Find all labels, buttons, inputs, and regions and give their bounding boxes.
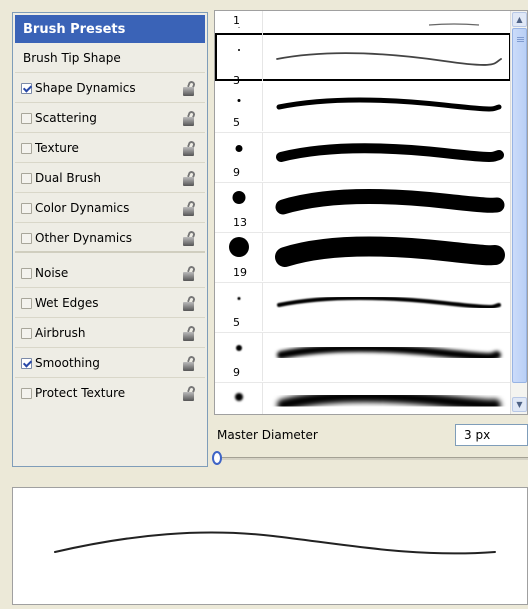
option-label: Scattering [35,111,97,125]
brush-preset-5[interactable]: 5 [215,83,511,133]
lock-icon[interactable] [183,140,197,156]
scattering-checkbox[interactable] [21,113,32,124]
brush-stroke-preview [275,188,505,215]
option-brush-tip-shape[interactable]: Brush Tip Shape [15,45,205,73]
option-protect-texture[interactable]: Protect Texture [15,380,205,408]
brush-tip-thumbnail: 19 [215,233,263,281]
brush-tip-dot [235,145,242,152]
brush-preset-13[interactable]: 13 [215,183,511,233]
brush-size-label: 13 [233,216,247,229]
lock-icon[interactable] [183,265,197,281]
brush-tip-dot [237,99,240,102]
master-diameter-slider[interactable] [218,457,528,460]
stroke-preview-curve [54,531,496,555]
brush-presets-header[interactable]: Brush Presets [15,15,205,43]
master-diameter-input[interactable]: 3 px [455,424,528,446]
other-dynamics-checkbox[interactable] [21,233,32,244]
stroke-preview-pane [12,487,528,605]
lock-icon[interactable] [183,355,197,371]
brush-stroke-preview [276,143,504,162]
brush-preset-3[interactable]: 3 [215,33,511,87]
brush-tip-thumbnail: 3 [215,33,263,87]
option-label: Wet Edges [35,296,99,310]
brush-list-scrollbar[interactable]: ▲ ▼ [510,11,527,414]
brush-tip-thumbnail: 5 [215,83,263,131]
option-label: Smoothing [35,356,100,370]
lock-icon[interactable] [183,385,197,401]
option-shape-dynamics[interactable]: Shape Dynamics [15,75,205,103]
option-noise[interactable]: Noise [15,260,205,288]
option-label: Brush Tip Shape [23,51,121,65]
brush-stroke-preview [276,97,502,112]
color-dynamics-checkbox[interactable] [21,203,32,214]
brush-tip-dot [232,191,245,204]
option-other-dynamics[interactable]: Other Dynamics [15,225,205,253]
brush-options-panel: Brush Presets Brush Tip Shape Shape Dyna… [12,12,208,467]
lock-icon[interactable] [183,230,197,246]
brush-tip-dot [228,237,249,257]
brush-preset-9[interactable]: 9 [215,133,511,183]
texture-checkbox[interactable] [21,143,32,154]
brush-preset-19[interactable]: 19 [215,233,511,283]
option-label: Airbrush [35,326,86,340]
brush-size-label: 9 [233,366,240,379]
option-dual-brush[interactable]: Dual Brush [15,165,205,193]
wet-edges-checkbox[interactable] [21,298,32,309]
brush-size-label: 5 [233,316,240,329]
option-label: Other Dynamics [35,231,133,245]
protect-texture-checkbox[interactable] [21,388,32,399]
lock-icon[interactable] [183,200,197,216]
lock-icon[interactable] [183,110,197,126]
brush-preset-soft-13[interactable]: 13 [215,383,511,414]
scroll-up-arrow-icon[interactable]: ▲ [512,12,527,27]
brush-preset-list[interactable]: 1 3 5 9 13 19 5 9 ▲ ▼ [214,10,528,415]
option-label: Noise [35,266,69,280]
brush-tip-thumbnail: 9 [215,333,263,381]
option-label: Texture [35,141,79,155]
brush-tip-thumbnail: 13 [215,383,263,414]
brush-preset-soft-5[interactable]: 5 [215,283,511,333]
option-texture[interactable]: Texture [15,135,205,163]
brush-stroke-preview [277,296,501,309]
shape-dynamics-checkbox[interactable] [21,83,32,94]
scroll-down-arrow-icon[interactable]: ▼ [512,397,527,412]
option-label: Shape Dynamics [35,81,136,95]
brush-tip-thumbnail: 5 [215,283,263,331]
option-scattering[interactable]: Scattering [15,105,205,133]
brush-stroke-preview [276,52,502,66]
slider-thumb[interactable] [212,451,222,465]
brush-size-label: 19 [233,266,247,279]
brush-size-label: 5 [233,116,240,129]
brush-preset-soft-9[interactable]: 9 [215,333,511,383]
brush-tip-dot [235,345,242,351]
option-label: Color Dynamics [35,201,130,215]
lock-icon[interactable] [183,295,197,311]
brush-tip-dot [238,27,239,28]
lock-icon[interactable] [183,170,197,186]
brush-size-label: 1 [233,14,240,27]
brush-tip-dot [237,49,240,51]
lock-icon[interactable] [183,80,197,96]
brush-stroke-preview [277,390,501,412]
noise-checkbox[interactable] [21,268,32,279]
option-label: Dual Brush [35,171,101,185]
scrollbar-thumb[interactable] [512,28,527,383]
brush-tip-dot [234,393,243,401]
master-diameter-label: Master Diameter [217,428,318,442]
option-wet-edges[interactable]: Wet Edges [15,290,205,318]
brush-tip-thumbnail: 13 [215,183,263,231]
brush-stroke-preview [277,344,501,361]
dual-brush-checkbox[interactable] [21,173,32,184]
option-color-dynamics[interactable]: Color Dynamics [15,195,205,223]
option-airbrush[interactable]: Airbrush [15,320,205,348]
brush-size-label: 9 [233,166,240,179]
brush-stroke-preview [275,236,505,267]
brush-tip-thumbnail: 9 [215,133,263,181]
option-label: Protect Texture [35,386,126,400]
brush-tip-dot [237,297,240,300]
lock-icon[interactable] [183,325,197,341]
option-smoothing[interactable]: Smoothing [15,350,205,378]
airbrush-checkbox[interactable] [21,328,32,339]
smoothing-checkbox[interactable] [21,358,32,369]
